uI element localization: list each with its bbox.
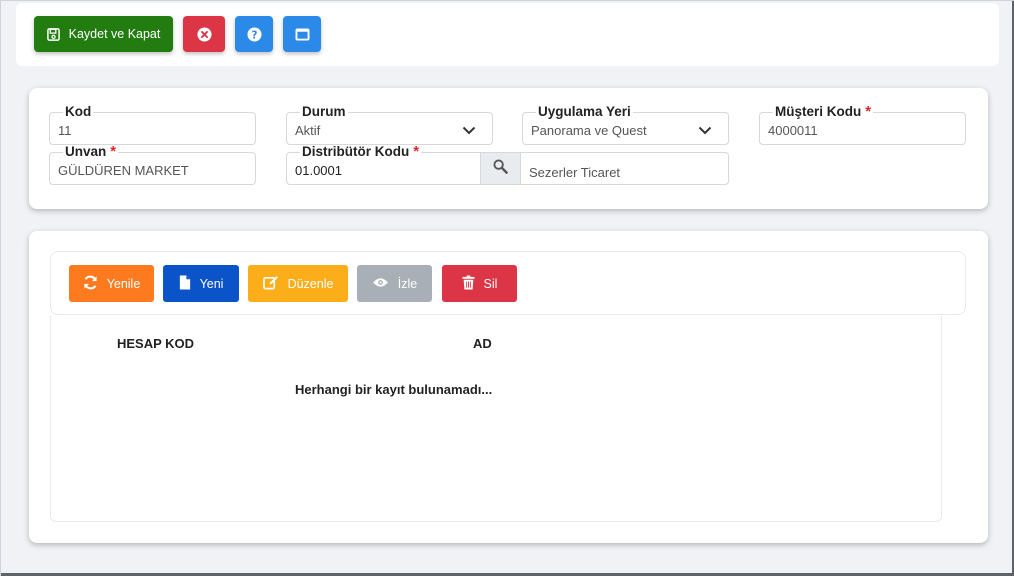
distributor-kodu-label-wrap: Distribütör Kodu *: [300, 143, 422, 160]
edit-button[interactable]: Düzenle: [248, 265, 348, 302]
refresh-button[interactable]: Yenile: [69, 265, 154, 302]
view-button[interactable]: İzle: [357, 265, 432, 302]
edit-icon: [262, 275, 279, 293]
uygulama-yeri-value: Panorama ve Quest: [531, 123, 647, 138]
delete-button[interactable]: Sil: [442, 265, 517, 302]
durum-label: Durum: [300, 104, 348, 119]
durum-value: Aktif: [295, 123, 321, 138]
distributor-kodu-label: Distribütör Kodu: [302, 144, 410, 159]
required-marker: *: [110, 143, 117, 160]
floppy-disk-icon: [46, 27, 60, 41]
chevron-down-icon: [698, 122, 712, 140]
empty-message: Herhangi bir kayıt bulunamadı...: [295, 382, 493, 397]
svg-text:?: ?: [251, 29, 257, 41]
distributor-search-button[interactable]: [480, 152, 521, 185]
chevron-down-icon: [462, 122, 476, 140]
column-header-ad[interactable]: AD: [473, 336, 492, 351]
unvan-value: GÜLDÜREN MARKET: [58, 163, 189, 178]
new-label: Yeni: [199, 276, 224, 291]
column-header-hesap-kod[interactable]: HESAP KOD: [117, 336, 194, 351]
distributor-kodu-value: 01.0001: [295, 163, 342, 178]
kod-value: 11: [58, 123, 72, 138]
unvan-label: Unvan: [65, 144, 107, 159]
musteri-kodu-value: 4000011: [768, 123, 818, 138]
musteri-kodu-label-wrap: Müşteri Kodu *: [773, 103, 874, 120]
required-marker: *: [865, 103, 872, 120]
save-and-close-button[interactable]: Kaydet ve Kapat: [34, 16, 173, 52]
search-icon: [493, 158, 508, 179]
close-circle-icon: [196, 26, 212, 42]
kod-label: Kod: [63, 104, 94, 119]
accounts-table: HESAP KOD AD Herhangi bir kayıt bulunama…: [50, 316, 942, 522]
save-and-close-label: Kaydet ve Kapat: [68, 27, 161, 41]
close-button[interactable]: [183, 16, 225, 52]
distributor-name-value: Sezerler Ticaret: [529, 165, 621, 180]
view-label: İzle: [397, 276, 418, 291]
top-toolbar: Kaydet ve Kapat ?: [16, 3, 999, 66]
refresh-label: Yenile: [106, 276, 141, 291]
grid-toolbar: Yenile Yeni Düzenle İzle Sil: [50, 251, 966, 315]
required-marker: *: [413, 143, 420, 160]
eye-icon: [372, 277, 389, 291]
customer-form: Kod 11 Durum Aktif Uygulama Yeri Panoram…: [29, 88, 988, 209]
question-circle-icon: ?: [246, 26, 262, 42]
accounts-panel: Yenile Yeni Düzenle İzle Sil HESAP KOD A…: [29, 231, 988, 543]
window-icon: [295, 27, 310, 41]
new-button[interactable]: Yeni: [163, 265, 239, 302]
refresh-icon: [83, 275, 98, 293]
uygulama-yeri-label: Uygulama Yeri: [536, 104, 633, 119]
musteri-kodu-label: Müşteri Kodu: [775, 104, 862, 119]
edit-label: Düzenle: [287, 276, 334, 291]
window-button[interactable]: [283, 16, 321, 52]
trash-icon: [462, 275, 475, 293]
help-button[interactable]: ?: [235, 16, 273, 52]
file-icon: [179, 274, 191, 293]
delete-label: Sil: [483, 276, 498, 291]
distributor-name-field: Sezerler Ticaret: [520, 152, 729, 185]
unvan-label-wrap: Unvan *: [63, 143, 119, 160]
